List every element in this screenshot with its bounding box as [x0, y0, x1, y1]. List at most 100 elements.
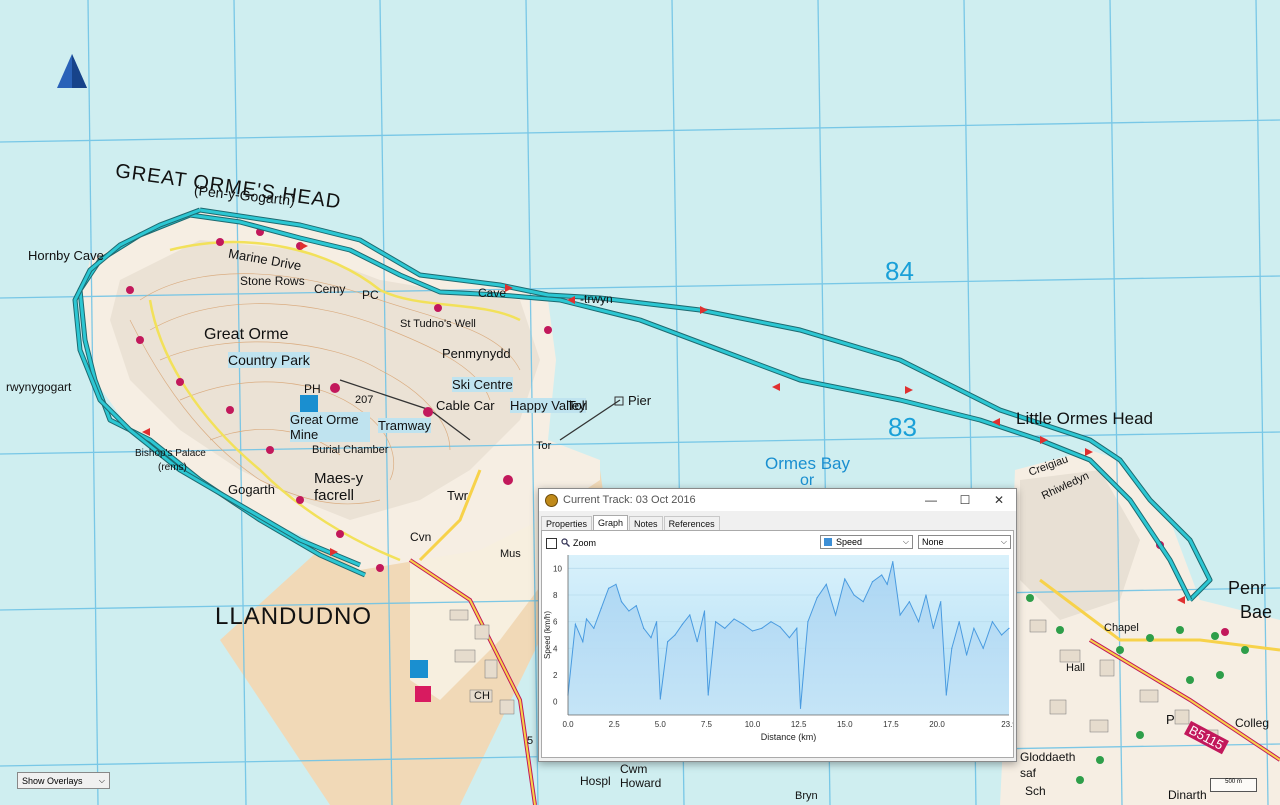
speed-point	[788, 637, 791, 639]
minimize-button[interactable]: —	[914, 493, 948, 507]
penmynydd-label: Penmynydd	[442, 346, 511, 361]
app-icon	[545, 493, 558, 507]
speed-point	[973, 627, 975, 629]
speed-point	[715, 621, 717, 623]
height-label: 207	[355, 394, 374, 406]
speed-point	[585, 618, 588, 620]
speed-point	[932, 627, 934, 629]
speed-point	[689, 614, 691, 616]
speed-point	[991, 621, 993, 623]
chevron-down-icon: ⌵	[98, 775, 105, 785]
speed-point	[600, 607, 602, 609]
speed-point	[965, 654, 968, 656]
y-tick-label: 4	[553, 644, 558, 653]
sch-label: Sch	[1025, 784, 1046, 798]
window-titlebar[interactable]: Current Track: 03 Oct 2016 — ☐ ✕	[539, 489, 1016, 511]
speed-point	[643, 627, 645, 629]
speed-point	[799, 707, 802, 709]
x-tick-label: 5.0	[655, 720, 667, 729]
speed-point	[724, 627, 726, 629]
y-tick-label: 2	[553, 671, 558, 680]
speed-point	[703, 610, 706, 612]
x-axis-label: Distance (km)	[761, 732, 817, 742]
country-park-label: Country Park	[228, 352, 310, 368]
mus-label: Mus	[500, 548, 521, 560]
x-tick-label: 7.5	[701, 720, 713, 729]
x-tick-label: 2.5	[609, 720, 621, 729]
burial-chamber-label: Burial Chamber	[312, 444, 389, 456]
great-orme-mine-label: Great Orme Mine	[290, 412, 370, 442]
metric-select[interactable]: Speed ⌵	[820, 535, 913, 549]
current-track-window[interactable]: Current Track: 03 Oct 2016 — ☐ ✕ Propert…	[538, 488, 1017, 762]
speed-point	[650, 637, 652, 639]
y-axis-label: Speed (km/h)	[543, 611, 552, 659]
speed-point	[628, 610, 630, 612]
hospl-label: Hospl	[580, 774, 611, 788]
bishops-palace-label: Bishop's Palace	[135, 448, 206, 459]
great-orme-label: Great Orme	[204, 326, 289, 343]
toll-label: Toll	[568, 398, 588, 413]
speed-point	[733, 618, 735, 620]
speed-point	[945, 694, 947, 696]
chevron-down-icon: ⌵	[1000, 537, 1007, 546]
cable-car-label: Cable Car	[436, 398, 495, 413]
cvn-label: Cvn	[410, 530, 432, 544]
trwyn-label: -trwyn	[580, 292, 613, 306]
show-overlays-select[interactable]: Show Overlays ⌵	[17, 772, 110, 789]
speed-point	[816, 597, 818, 599]
tab-graph[interactable]: Graph	[593, 515, 629, 530]
speed-point	[825, 583, 827, 585]
speed-point	[696, 641, 698, 643]
speed-point	[940, 601, 942, 603]
pc-label: PC	[362, 288, 379, 302]
metric-select-value: Speed	[836, 537, 863, 547]
grid-label-83: 83	[888, 412, 917, 442]
grid-label-84: 84	[885, 256, 914, 286]
road-5-label: 5	[527, 735, 534, 747]
y-tick-label: 6	[553, 618, 558, 627]
speed-point	[667, 641, 669, 643]
tor-label: Tor	[536, 440, 552, 452]
speed-point	[844, 578, 846, 580]
twr-label: Twr	[447, 488, 468, 503]
y-tick-label: 10	[553, 564, 562, 573]
speed-point	[779, 626, 781, 628]
cwm-label: Cwm	[620, 762, 648, 776]
speed-point	[807, 621, 809, 623]
graph-panel: Zoom Speed ⌵ None ⌵ 0 2 4 6 8 10 0.0 2.5 5.0 7.5 1…	[541, 530, 1014, 758]
speed-point	[1008, 627, 1010, 629]
zoom-checkbox[interactable]	[546, 537, 557, 549]
bryn-label: Bryn	[795, 790, 818, 802]
zoom-label: Zoom	[573, 538, 597, 548]
speed-point	[982, 647, 984, 649]
speed-point	[899, 614, 901, 616]
howard-label: Howard	[620, 776, 662, 790]
compare-select[interactable]: None ⌵	[918, 535, 1011, 549]
speed-point	[742, 623, 744, 625]
pier-label: Pier	[628, 393, 652, 408]
tab-notes[interactable]: Notes	[629, 516, 663, 531]
speed-point	[1001, 634, 1003, 636]
x-tick-label: 15.0	[837, 720, 853, 729]
y-tick-label: 0	[553, 698, 558, 707]
x-tick-label: 10.0	[745, 720, 761, 729]
compare-select-value: None	[922, 537, 944, 547]
speed-chart[interactable]: 0 2 4 6 8 10 0.0 2.5 5.0 7.5 10.0 12.5 15.0 17.5 20.0 2…	[542, 553, 1013, 759]
speed-point	[707, 694, 709, 696]
close-button[interactable]: ✕	[982, 493, 1016, 507]
speed-point	[761, 627, 763, 629]
window-title: Current Track: 03 Oct 2016	[563, 494, 696, 506]
saf-label: saf	[1020, 766, 1037, 780]
speed-point	[871, 581, 874, 583]
dinarth-label: Dinarth	[1168, 788, 1207, 802]
tab-references[interactable]: References	[663, 516, 720, 531]
speed-point	[615, 583, 617, 585]
maximize-button[interactable]: ☐	[948, 493, 982, 507]
speed-point	[892, 561, 894, 563]
hornby-cave-label: Hornby Cave	[28, 248, 104, 263]
speed-point	[582, 641, 584, 643]
hall-label: Hall	[1066, 662, 1085, 674]
maes-y-facrell-label: Maes-y facrell	[314, 470, 364, 504]
tab-properties[interactable]: Properties	[541, 516, 593, 531]
speed-point	[620, 601, 623, 603]
